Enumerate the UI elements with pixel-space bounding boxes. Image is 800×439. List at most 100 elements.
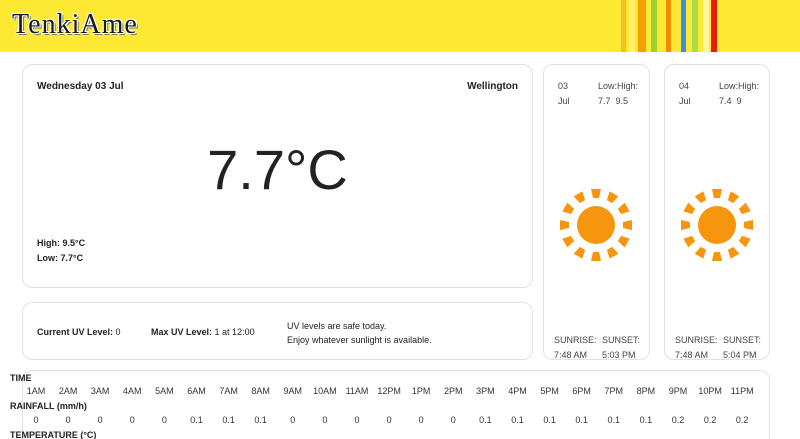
hour-rainfall-cell: 0 <box>354 415 360 425</box>
hour-rainfall-cell: 0.1 <box>254 415 267 425</box>
current-uv: Current UV Level: 0 <box>37 327 121 337</box>
hour-time-cell: 3PM <box>476 386 495 396</box>
hour-time-cell: 1PM <box>411 386 431 396</box>
forecast-low: 7.7 <box>598 96 611 106</box>
header-stripe <box>651 0 657 52</box>
forecast-sunrise: SUNRISE: 7:48 AM <box>675 333 718 363</box>
current-weather-card: Wednesday 03 Jul Wellington 7.7°C High: … <box>22 64 533 288</box>
uv-message: UV levels are safe today. Enjoy whatever… <box>287 319 432 347</box>
forecast-low-high: Low:High: 7.7 9.5 <box>598 79 638 109</box>
hour-rainfall-cell: 0 <box>290 415 296 425</box>
hour-time-cell: 11PM <box>730 386 754 396</box>
hour-time-cell: 9PM <box>668 386 688 396</box>
temperature-row-label: TEMPERATURE (°C) <box>10 430 97 439</box>
sunrise-label: SUNRISE: <box>554 335 597 345</box>
forecast-month: Jul <box>679 96 691 106</box>
hour-time-cell: 5AM <box>155 386 174 396</box>
uv-card: Current UV Level: 0 Max UV Level: 1 at 1… <box>22 302 533 360</box>
high-value: 9.5°C <box>62 238 86 248</box>
rainfall-row: 0 0 0 0 0 0.1 0.1 0.1 0 0 0 0 0 0 0.1 0.1 0.1 0.1 0.1 0.1 0.… <box>0 415 800 427</box>
low-label: Low: <box>37 253 58 263</box>
header-stripe <box>666 0 671 52</box>
forecast-sunset: SUNSET: 5:03 PM <box>602 333 640 363</box>
forecast-high: 9 <box>736 96 742 106</box>
uv-message-line2: Enjoy whatever sunlight is available. <box>287 335 432 345</box>
forecast-month: Jul <box>558 96 570 106</box>
hour-rainfall-cell: 0 <box>386 415 392 425</box>
hour-time-cell: 7PM <box>604 386 624 396</box>
hour-time-cell: 10AM <box>313 386 337 396</box>
hour-time-cell: 10PM <box>698 386 722 396</box>
sunset-time: 5:03 PM <box>602 350 636 360</box>
hour-rainfall-cell: 0 <box>97 415 103 425</box>
forecast-sunset: SUNSET: 5:04 PM <box>723 333 761 363</box>
app-header: TenkiAme <box>0 0 800 52</box>
forecast-date: 04 Jul <box>679 79 691 109</box>
sunrise-time: 7:48 AM <box>675 350 709 360</box>
hour-time-cell: 1AM <box>26 386 46 396</box>
hour-rainfall-cell: 0.1 <box>575 415 588 425</box>
sun-icon <box>681 189 753 261</box>
forecast-day: 03 <box>558 81 569 91</box>
hour-rainfall-cell: 0.1 <box>222 415 235 425</box>
hour-time-cell: 9AM <box>283 386 303 396</box>
uv-message-line1: UV levels are safe today. <box>287 321 387 331</box>
hour-rainfall-cell: 0.2 <box>671 415 685 425</box>
hour-rainfall-cell: 0.2 <box>703 415 717 425</box>
rainfall-row-label: RAINFALL (mm/h) <box>10 401 87 411</box>
hourly-table <box>22 370 770 439</box>
sunset-label: SUNSET: <box>723 335 762 345</box>
header-stripe <box>621 0 626 52</box>
hour-rainfall-cell: 0 <box>129 415 135 425</box>
header-stripe <box>629 0 635 52</box>
hour-rainfall-cell: 0.1 <box>190 415 203 425</box>
hour-rainfall-cell: 0 <box>33 415 39 425</box>
forecast-card[interactable]: 03 Jul Low:High: 7.7 9.5 SUNRISE: 7:48 A… <box>543 64 650 360</box>
max-uv: Max UV Level: 1 at 12:00 <box>151 327 255 337</box>
max-uv-value: 1 at 12:00 <box>214 327 255 337</box>
current-location: Wellington <box>467 81 518 92</box>
app-logo[interactable]: TenkiAme <box>12 9 138 41</box>
hour-time-cell: 12PM <box>377 386 401 396</box>
low-temp: Low: 7.7°C <box>37 253 83 263</box>
high-temp: High: 9.5°C <box>37 238 85 248</box>
hour-rainfall-cell: 0.1 <box>511 415 524 425</box>
forecast-sunrise: SUNRISE: 7:48 AM <box>554 333 597 363</box>
sun-icon <box>560 189 632 261</box>
header-stripe <box>638 0 646 52</box>
hour-rainfall-cell: 0 <box>418 415 424 425</box>
time-row-label: TIME <box>10 373 32 383</box>
hour-rainfall-cell: 0 <box>450 415 456 425</box>
forecast-day: 04 <box>679 81 690 91</box>
hour-time-cell: 8AM <box>251 386 270 396</box>
forecast-lowhigh-label: Low:High: <box>598 81 639 91</box>
hour-time-cell: 8PM <box>636 386 656 396</box>
header-stripe <box>681 0 686 52</box>
hour-rainfall-cell: 0.1 <box>607 415 621 425</box>
forecast-low-high: Low:High: 7.4 9 <box>719 79 759 109</box>
forecast-card[interactable]: 04 Jul Low:High: 7.4 9 SUNRISE: 7:48 AM … <box>664 64 770 360</box>
current-uv-value: 0 <box>115 327 121 337</box>
max-uv-label: Max UV Level: <box>151 327 213 337</box>
hour-time-cell: 7AM <box>219 386 238 396</box>
header-stripe <box>703 0 709 52</box>
current-date: Wednesday 03 Jul <box>37 81 124 92</box>
hour-time-cell: 6AM <box>187 386 206 396</box>
hour-rainfall-cell: 0.1 <box>479 415 492 425</box>
hour-time-cell: 2PM <box>444 386 463 396</box>
low-value: 7.7°C <box>60 253 84 263</box>
sunset-time: 5:04 PM <box>723 350 757 360</box>
time-row: 1AM 2AM 3AM 4AM 5AM 6AM 7AM 8AM 9AM 10AM 11AM 12PM 1… <box>0 386 800 398</box>
hour-rainfall-cell: 0 <box>161 415 167 425</box>
hour-rainfall-cell: 0 <box>322 415 328 425</box>
hour-time-cell: 11AM <box>345 386 369 396</box>
high-label: High: <box>37 238 60 248</box>
hour-rainfall-cell: 0.2 <box>735 415 749 425</box>
hour-time-cell: 5PM <box>540 386 559 396</box>
sunset-label: SUNSET: <box>602 335 641 345</box>
forecast-low: 7.4 <box>719 96 732 106</box>
forecast-lowhigh-label: Low:High: <box>719 81 760 91</box>
hour-time-cell: 4PM <box>508 386 527 396</box>
hour-time-cell: 4AM <box>123 386 142 396</box>
hour-time-cell: 3AM <box>90 386 110 396</box>
